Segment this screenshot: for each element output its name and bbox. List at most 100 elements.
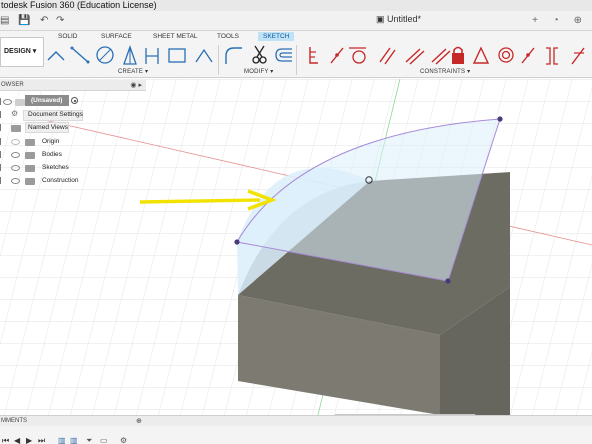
tab-surface[interactable]: SURFACE [101, 33, 132, 40]
midpoint-icon[interactable] [472, 46, 490, 64]
visibility-eye-icon[interactable] [3, 99, 12, 105]
browser-item-origin[interactable]: Origin [0, 136, 100, 148]
chevron-right-icon[interactable] [0, 151, 5, 158]
visibility-eye-icon[interactable] [11, 152, 20, 158]
chevron-right-icon[interactable] [0, 177, 5, 184]
create-menu[interactable]: CREATE ▾ [118, 68, 148, 75]
equal-icon[interactable] [379, 47, 396, 65]
timeline: ⏮ ◀ ▶ ⏭ ▥ ▥ ⏷ ▭ ⚙ [0, 426, 592, 444]
save-icon[interactable]: 💾 [18, 15, 30, 26]
redo-icon[interactable]: ↷ [56, 15, 64, 26]
browser-item-label: Bodies [42, 151, 62, 158]
window-title: todesk Fusion 360 (Education License) [1, 0, 157, 10]
visibility-eye-icon[interactable] [11, 139, 20, 145]
rectangle-icon[interactable] [168, 48, 186, 63]
polygon-icon[interactable] [123, 45, 137, 65]
browser-item-bodies[interactable]: Bodies [0, 149, 100, 161]
trim-icon[interactable] [252, 45, 267, 64]
browser-item-sketches[interactable]: Sketches [0, 162, 100, 174]
ribbon-tool-icons [47, 45, 585, 65]
workspace-label: DESIGN [4, 48, 31, 55]
folder-icon [25, 139, 35, 146]
folder-icon [25, 178, 35, 185]
browser-title: OWSER [1, 82, 24, 88]
chevron-right-icon[interactable] [0, 164, 5, 171]
chevron-down-icon: ▾ [32, 48, 37, 55]
fillet-icon[interactable] [225, 47, 242, 64]
document-cube-icon: ▣ [376, 14, 385, 24]
job-status-icon[interactable]: ◔ [553, 15, 565, 26]
browser-root-label: (Unsaved) [31, 97, 63, 104]
tab-sketch[interactable]: SKETCH [258, 32, 295, 41]
quick-access-toolbar: ▤ 💾 ↶ ↷ ▣ Untitled* + ◔ ⊕ [0, 11, 592, 31]
constraints-menu[interactable]: CONSTRAINTS ▾ [420, 68, 470, 75]
extensions-icon[interactable]: ⊕ [574, 15, 588, 26]
ribbon-separator [218, 45, 219, 75]
ribbon-separator [296, 45, 297, 75]
browser-item-document-settings[interactable]: ⚙ Document Settings [0, 109, 100, 121]
browser-item-construction[interactable]: Construction [0, 175, 100, 187]
browser-item-label: Construction [42, 177, 79, 184]
sketch-point[interactable] [234, 239, 240, 245]
collinear-icon[interactable] [330, 47, 344, 64]
constraints-menu-label: CONSTRAINTS [420, 69, 466, 75]
chevron-right-icon[interactable] [0, 111, 5, 118]
tangent-icon[interactable] [349, 47, 366, 64]
concentric-icon[interactable] [498, 47, 514, 63]
perpendicular-icon[interactable] [431, 48, 451, 65]
timeline-sketch-feature-icon[interactable]: ▥ [58, 436, 66, 444]
fix-lock-icon[interactable] [452, 46, 464, 65]
smooth-icon[interactable] [546, 47, 558, 65]
browser-item-label: Named Views [28, 124, 68, 131]
timeline-play-icon[interactable]: ▶ [26, 436, 32, 444]
two-point-rectangle-icon[interactable] [70, 46, 90, 64]
parallel-icon[interactable] [405, 48, 425, 65]
circle-icon[interactable] [96, 46, 114, 64]
timeline-back-icon[interactable]: ◀ [14, 436, 20, 444]
line-icon[interactable] [47, 51, 65, 61]
slot-icon[interactable] [195, 48, 213, 63]
undo-icon[interactable]: ↶ [40, 15, 48, 26]
folder-icon [25, 152, 35, 159]
coincident-icon[interactable] [309, 47, 318, 64]
folder-icon [11, 125, 21, 132]
sketch-point[interactable] [497, 116, 503, 122]
tab-tools[interactable]: TOOLS [217, 33, 239, 40]
timeline-start-icon[interactable]: ⏮ [2, 436, 9, 444]
document-tab[interactable]: ▣ Untitled* [376, 14, 421, 25]
gear-icon: ⚙ [11, 109, 19, 118]
timeline-marker-icon[interactable]: ⏷ [86, 436, 92, 444]
modify-menu[interactable]: MODIFY ▾ [244, 68, 274, 75]
timeline-settings-icon[interactable]: ⚙ [120, 436, 127, 444]
tab-sheet-metal[interactable]: SHEET METAL [153, 33, 198, 40]
visibility-eye-icon[interactable] [11, 178, 20, 184]
browser-row-root[interactable] [0, 96, 30, 108]
timeline-extrude-feature-icon[interactable]: ▥ [70, 436, 78, 444]
folder-icon [25, 165, 35, 172]
visibility-eye-icon[interactable] [11, 165, 20, 171]
window-controls: + ◔ ⊕ [532, 15, 588, 26]
tab-solid[interactable]: SOLID [58, 33, 78, 40]
timeline-forward-icon[interactable]: ⏭ [38, 436, 45, 444]
data-panel-icon[interactable]: ▤ [0, 15, 9, 26]
horizontal-vertical-icon[interactable] [571, 47, 585, 65]
timeline-feature-icon[interactable]: ▭ [100, 436, 108, 444]
browser-item-named-views[interactable]: Named Views [0, 122, 100, 134]
sketch-point[interactable] [445, 278, 451, 284]
workspace-switcher[interactable]: DESIGN ▾ [0, 37, 44, 67]
symmetry-icon[interactable] [521, 47, 535, 64]
fit-point-spline-icon[interactable] [145, 48, 159, 64]
offset-icon[interactable] [275, 48, 292, 62]
browser-collapse-icon[interactable]: ◉ ▸ [130, 80, 142, 91]
browser-item-label: Document Settings [28, 111, 83, 118]
browser-item-label: Origin [42, 138, 60, 145]
component-icon [15, 99, 25, 106]
chevron-right-icon[interactable] [0, 138, 5, 145]
document-tab-label: Untitled* [387, 14, 422, 24]
activate-radio-icon[interactable] [71, 97, 78, 104]
browser-root-item[interactable]: (Unsaved) [25, 95, 69, 106]
new-tab-icon[interactable]: + [532, 15, 544, 26]
ribbon: DESIGN ▾ SOLID SURFACE SHEET METAL TOOLS… [0, 31, 592, 78]
browser-header: OWSER ◉ ▸ [0, 80, 146, 91]
chevron-right-icon[interactable] [0, 124, 5, 131]
